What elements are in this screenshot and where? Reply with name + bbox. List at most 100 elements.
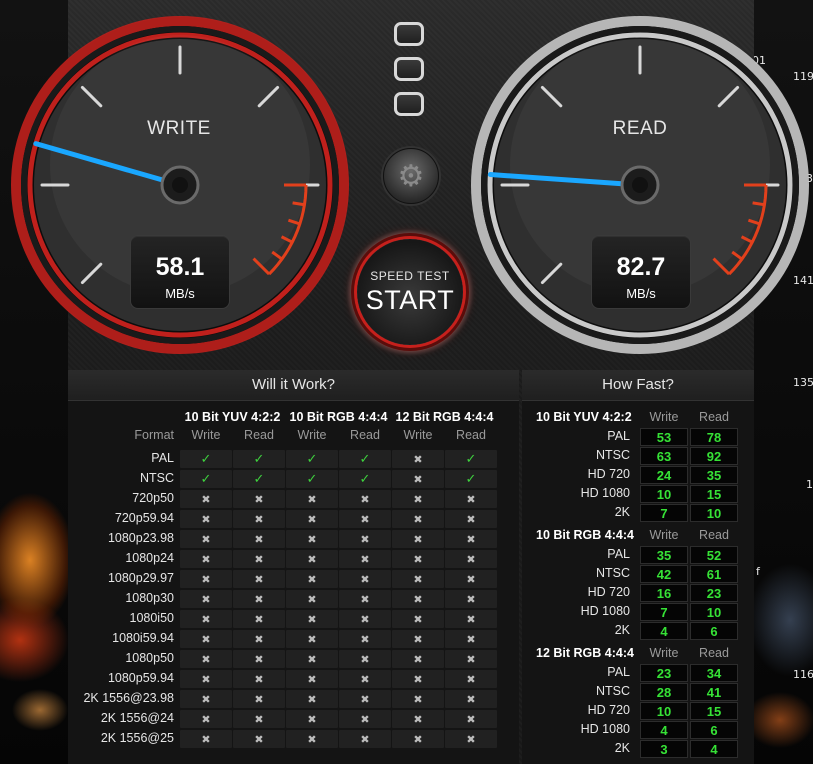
how-fast-row-label: HD 1080: [580, 722, 630, 736]
x-icon: ✖: [339, 670, 391, 688]
x-icon: ✖: [392, 710, 444, 728]
x-icon: ✖: [180, 710, 232, 728]
will-it-work-title: Will it Work?: [68, 370, 519, 401]
x-icon: ✖: [339, 590, 391, 608]
x-icon: ✖: [180, 650, 232, 668]
x-icon: ✖: [233, 550, 285, 568]
column-subheader: Write: [649, 528, 679, 542]
x-icon: ✖: [392, 570, 444, 588]
column-subheader: Read: [244, 428, 274, 442]
x-icon: ✖: [392, 590, 444, 608]
write-speed-value: 58.1: [155, 253, 205, 281]
check-icon: ✓: [286, 450, 338, 468]
x-icon: ✖: [392, 690, 444, 708]
how-fast-row-label: PAL: [607, 665, 630, 679]
read-fps-value: 41: [690, 683, 738, 701]
write-fps-value: 35: [640, 546, 688, 564]
format-row-label: 1080p29.97: [107, 571, 174, 585]
x-icon: ✖: [233, 670, 285, 688]
read-gauge-label: READ: [612, 118, 668, 139]
column-subheader: Read: [350, 428, 380, 442]
x-icon: ✖: [233, 610, 285, 628]
check-icon: ✓: [180, 470, 232, 488]
x-icon: ✖: [233, 690, 285, 708]
check-icon: ✓: [339, 450, 391, 468]
desktop-text: 116: [793, 668, 813, 681]
x-icon: ✖: [392, 610, 444, 628]
indicator-light-2: [394, 57, 424, 81]
write-fps-value: 4: [640, 622, 688, 640]
read-fps-value: 10: [690, 603, 738, 621]
format-row-label: 1080p24: [125, 551, 174, 565]
start-button[interactable]: SPEED TEST START: [357, 239, 463, 345]
x-icon: ✖: [339, 530, 391, 548]
how-fast-row-label: 2K: [614, 505, 630, 519]
write-readout: 58.1 MB/s: [130, 235, 230, 309]
x-icon: ✖: [233, 510, 285, 528]
x-icon: ✖: [286, 710, 338, 728]
format-row-label: NTSC: [139, 471, 174, 485]
x-icon: ✖: [180, 550, 232, 568]
read-fps-value: 6: [690, 721, 738, 739]
x-icon: ✖: [392, 450, 444, 468]
x-icon: ✖: [445, 610, 497, 628]
x-icon: ✖: [392, 730, 444, 748]
group-header: 12 Bit RGB 4:4:4: [395, 410, 494, 424]
how-fast-title: How Fast?: [522, 370, 754, 401]
x-icon: ✖: [392, 490, 444, 508]
start-button-ring: SPEED TEST START: [346, 228, 474, 356]
gauge-redline-tick: [752, 201, 765, 207]
write-fps-value: 4: [640, 721, 688, 739]
check-icon: ✓: [233, 450, 285, 468]
write-gauge-label: WRITE: [147, 118, 211, 139]
x-icon: ✖: [392, 550, 444, 568]
x-icon: ✖: [339, 610, 391, 628]
write-fps-value: 53: [640, 428, 688, 446]
format-row-label: 2K 1556@23.98: [83, 691, 174, 705]
read-speed-unit: MB/s: [626, 286, 656, 301]
desktop-text: 1: [806, 478, 813, 491]
format-row-label: 1080p23.98: [107, 531, 174, 545]
indicator-light-1: [394, 22, 424, 46]
x-icon: ✖: [180, 690, 232, 708]
how-fast-group-header: 12 Bit RGB 4:4:4: [536, 646, 634, 660]
x-icon: ✖: [392, 670, 444, 688]
x-icon: ✖: [286, 690, 338, 708]
read-fps-value: 15: [690, 702, 738, 720]
write-fps-value: 7: [640, 504, 688, 522]
x-icon: ✖: [180, 530, 232, 548]
column-subheader: Write: [403, 428, 433, 442]
format-row-label: 1080p50: [125, 651, 174, 665]
read-readout: 82.7 MB/s: [591, 235, 691, 309]
x-icon: ✖: [286, 490, 338, 508]
will-it-work-panel: Will it Work? Format 10 Bit YUV 4:2:2 Wri…: [68, 370, 519, 764]
write-fps-value: 10: [640, 485, 688, 503]
how-fast-row-label: HD 1080: [580, 486, 630, 500]
format-row-label: 2K 1556@24: [100, 711, 174, 725]
x-icon: ✖: [180, 670, 232, 688]
x-icon: ✖: [339, 490, 391, 508]
x-icon: ✖: [233, 730, 285, 748]
write-speed-unit: MB/s: [165, 286, 195, 301]
x-icon: ✖: [445, 570, 497, 588]
read-speed-value: 82.7: [616, 253, 666, 281]
read-fps-value: 4: [690, 740, 738, 758]
x-icon: ✖: [339, 730, 391, 748]
gear-icon: ⚙: [397, 159, 425, 193]
x-icon: ✖: [445, 630, 497, 648]
x-icon: ✖: [180, 510, 232, 528]
read-fps-value: 92: [690, 447, 738, 465]
write-fps-value: 10: [640, 702, 688, 720]
read-fps-value: 10: [690, 504, 738, 522]
format-row-label: 1080p59.94: [107, 671, 174, 685]
format-row-label: 720p50: [132, 491, 174, 505]
x-icon: ✖: [445, 670, 497, 688]
x-icon: ✖: [392, 530, 444, 548]
how-fast-row-label: 2K: [614, 623, 630, 637]
column-subheader: Write: [297, 428, 327, 442]
write-fps-value: 24: [640, 466, 688, 484]
x-icon: ✖: [286, 610, 338, 628]
settings-button[interactable]: ⚙: [383, 148, 439, 204]
how-fast-row-label: HD 720: [587, 703, 630, 717]
gauge-hub-center: [632, 177, 648, 193]
